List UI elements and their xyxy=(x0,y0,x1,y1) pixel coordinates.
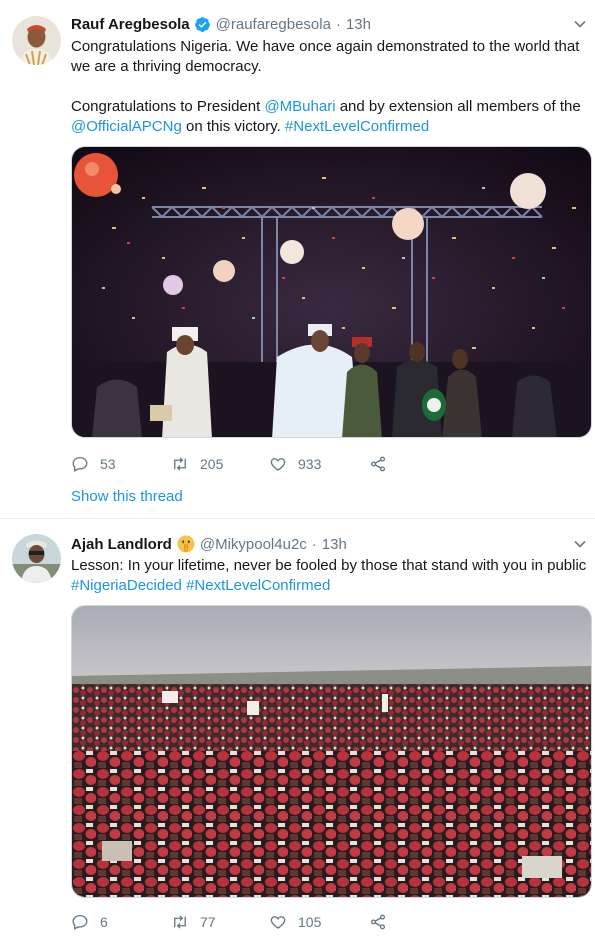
tweet-header: Ajah Landlord @Mikypool4u2c · 13h xyxy=(71,534,347,554)
mention-link[interactable]: @OfficialAPCNg xyxy=(71,118,182,135)
like-button[interactable]: 105 xyxy=(269,913,369,931)
shushing-face-emoji-icon xyxy=(177,535,195,553)
crowd-red-caps-photo-icon xyxy=(72,606,591,897)
mention-link[interactable]: @MBuhari xyxy=(264,98,335,115)
retweet-button[interactable]: 77 xyxy=(171,913,269,931)
share-icon xyxy=(370,456,386,472)
text-line: Congratulations Nigeria. We have once ag… xyxy=(71,38,580,55)
heart-icon xyxy=(270,458,286,471)
like-button[interactable]: 933 xyxy=(269,455,369,473)
reply-icon xyxy=(72,456,88,472)
separator-dot: · xyxy=(311,535,317,553)
tweet-actions: 53 205 933 xyxy=(71,453,387,475)
tweet-text: Lesson: In your lifetime, never be foole… xyxy=(71,556,591,596)
chevron-down-icon[interactable] xyxy=(573,537,587,551)
tweet-card[interactable]: Ajah Landlord @Mikypool4u2c · 13h Lesson… xyxy=(0,518,595,938)
timestamp[interactable]: 13h xyxy=(346,16,371,33)
hashtag-link[interactable]: #NigeriaDecided xyxy=(71,577,182,594)
share-button[interactable] xyxy=(369,913,387,931)
chevron-down-icon[interactable] xyxy=(573,17,587,31)
separator-dot: · xyxy=(335,15,341,33)
like-count: 933 xyxy=(298,456,322,472)
reply-count: 53 xyxy=(100,456,116,472)
reply-count: 6 xyxy=(100,914,108,930)
tweet-image[interactable] xyxy=(71,605,592,898)
retweet-icon xyxy=(174,457,186,471)
avatar[interactable] xyxy=(12,16,61,65)
reply-icon xyxy=(72,914,88,930)
verified-badge-icon xyxy=(194,16,211,33)
share-icon xyxy=(370,914,386,930)
author-handle[interactable]: @Mikypool4u2c xyxy=(200,536,307,553)
author-name[interactable]: Rauf Aregbesola xyxy=(71,16,190,33)
text-line: we are a thriving democracy. xyxy=(71,58,262,75)
retweet-count: 77 xyxy=(200,914,216,930)
tweet-actions: 6 77 105 xyxy=(71,911,387,933)
reply-button[interactable]: 53 xyxy=(71,455,171,473)
reply-button[interactable]: 6 xyxy=(71,913,171,931)
retweet-button[interactable]: 205 xyxy=(171,455,269,473)
author-name[interactable]: Ajah Landlord xyxy=(71,536,172,553)
author-handle[interactable]: @raufaregbesola xyxy=(216,16,331,33)
hashtag-link[interactable]: #NextLevelConfirmed xyxy=(186,577,330,594)
text-line: Lesson: In your lifetime, never be foole… xyxy=(71,557,587,574)
retweet-count: 205 xyxy=(200,456,224,472)
tweet-text: Congratulations Nigeria. We have once ag… xyxy=(71,37,591,137)
text-line: Congratulations to President @MBuhari an… xyxy=(71,98,581,115)
tweet-image[interactable] xyxy=(71,146,592,438)
stage-confetti-photo-icon xyxy=(72,147,591,437)
heart-icon xyxy=(270,916,286,929)
like-count: 105 xyxy=(298,914,322,930)
avatar[interactable] xyxy=(12,534,61,583)
tweet-header: Rauf Aregbesola @raufaregbesola · 13h xyxy=(71,14,371,34)
hashtag-link[interactable]: #NextLevelConfirmed xyxy=(285,118,429,135)
tweet-card[interactable]: Rauf Aregbesola @raufaregbesola · 13h Co… xyxy=(0,0,595,518)
timestamp[interactable]: 13h xyxy=(322,536,347,553)
share-button[interactable] xyxy=(369,455,387,473)
text-line: #NigeriaDecided #NextLevelConfirmed xyxy=(71,576,591,596)
retweet-icon xyxy=(174,915,186,929)
text-line: @OfficialAPCNg on this victory. #NextLev… xyxy=(71,118,430,135)
show-thread-link[interactable]: Show this thread xyxy=(71,488,183,505)
